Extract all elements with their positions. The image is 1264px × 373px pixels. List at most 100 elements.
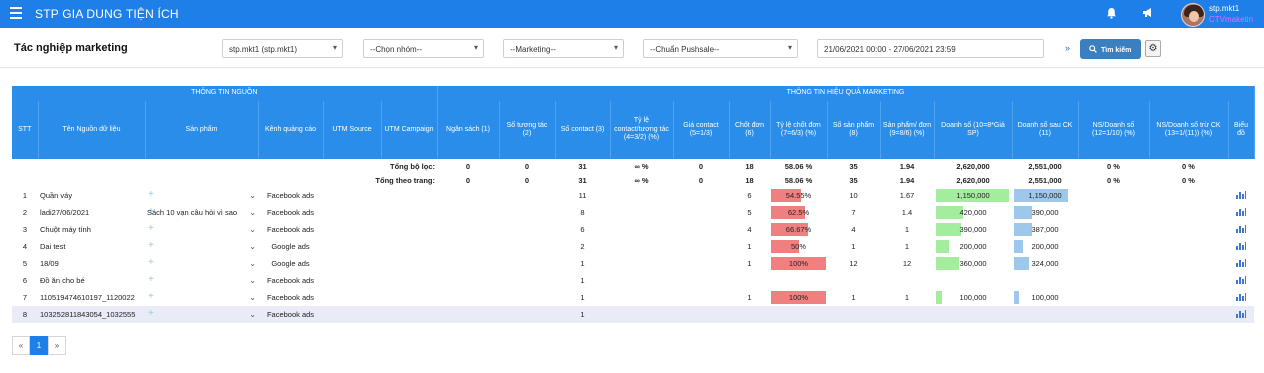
row-product-select[interactable]: + Sách 10 vạn câu hỏi vì sao ⌄ xyxy=(145,204,258,221)
row-utm-campaign xyxy=(381,255,437,272)
summary-contact-rate: ∞ % xyxy=(634,161,649,171)
plus-icon[interactable]: + xyxy=(148,240,154,251)
row-revenue-after: 100,000 xyxy=(1012,289,1078,306)
col-budget[interactable]: Ngân sách (1) xyxy=(437,101,500,159)
table-row[interactable]: 6 Đồ ăn cho bé + ⌄ Facebook ads 1 xyxy=(12,272,1254,289)
row-chart xyxy=(1228,306,1254,323)
row-contact-price xyxy=(673,289,729,306)
row-utm-source xyxy=(323,238,381,255)
table-row[interactable]: 5 18/09 + ⌄ Google ads 1 1 100% 12 12 360,000 324,0… xyxy=(12,255,1254,272)
col-revenue[interactable]: Doanh số (10=8*Giá SP) xyxy=(934,101,1013,159)
pagination-prev[interactable]: « xyxy=(12,336,30,355)
row-revenue-after: 324,000 xyxy=(1012,255,1078,272)
summary-revenue: 2,620,000 xyxy=(956,175,990,185)
row-utm-campaign xyxy=(381,289,437,306)
col-product[interactable]: Sản phẩm xyxy=(145,101,259,159)
plus-icon[interactable]: + xyxy=(148,291,154,302)
pagination-next[interactable]: » xyxy=(48,336,66,355)
col-ns-revenue-after[interactable]: NS/Doanh số trừ CK (13=1/(11)) (%) xyxy=(1149,101,1229,159)
group-select[interactable]: --Chọn nhóm-- ▾ xyxy=(363,39,484,58)
row-product-select[interactable]: + ⌄ xyxy=(145,289,258,306)
row-product-select[interactable]: + ⌄ xyxy=(145,221,258,238)
col-interactions[interactable]: Số tương tác (2) xyxy=(499,101,556,159)
table-row[interactable]: 3 Chuột máy tính + ⌄ Facebook ads 6 4 66.67% 4 1 3… xyxy=(12,221,1254,238)
col-chart[interactable]: Biểu đồ xyxy=(1228,101,1255,159)
plus-icon[interactable]: + xyxy=(148,189,154,200)
col-utm-campaign[interactable]: UTM Campaign xyxy=(381,101,438,159)
col-channel[interactable]: Kênh quảng cáo xyxy=(258,101,324,159)
plus-icon[interactable]: + xyxy=(148,223,154,234)
row-revenue-after: 387,000 xyxy=(1012,221,1078,238)
col-ns-revenue[interactable]: NS/Doanh số (12=1/10) (%) xyxy=(1078,101,1150,159)
app-brand[interactable]: STP GIA DUNG TIỆN ÍCH xyxy=(35,7,179,21)
pushsale-select[interactable]: --Chuẩn Pushsale-- ▾ xyxy=(643,39,798,58)
table-row[interactable]: 7 110519474610197_1120022 + ⌄ Facebook ads 1 1… xyxy=(12,289,1254,306)
bar-chart-icon[interactable] xyxy=(1236,292,1246,301)
bar-chart-icon[interactable] xyxy=(1236,241,1246,250)
row-ns-revenue-after xyxy=(1149,255,1228,272)
row-product-select[interactable]: + ⌄ xyxy=(145,306,258,323)
user-name[interactable]: stp.mkt1 xyxy=(1209,4,1239,13)
row-interactions xyxy=(499,255,555,272)
double-chevron-down-icon[interactable]: » xyxy=(1065,43,1070,53)
row-products-count: 1 xyxy=(851,293,856,302)
settings-button[interactable]: ⚙ xyxy=(1145,40,1161,57)
col-products-per-order[interactable]: Sản phẩm/ đơn (9=8/6) (%) xyxy=(880,101,935,159)
table-row[interactable]: 1 Quần váy + ⌄ Facebook ads 11 6 54.55% 10 1.67 1,… xyxy=(12,187,1254,204)
col-stt[interactable]: STT xyxy=(12,101,39,159)
bar-chart-icon[interactable] xyxy=(1236,309,1246,318)
table-row[interactable]: 8 103252811843054_1032555 + ⌄ Facebook ads 1 xyxy=(12,306,1254,323)
row-revenue: 100,000 xyxy=(934,289,1012,306)
col-contact-price[interactable]: Giá contact (5=1/3) xyxy=(673,101,730,159)
account-select[interactable]: stp.mkt1 (stp.mkt1) ▾ xyxy=(222,39,343,58)
user-role: CTVmaketin xyxy=(1209,15,1254,24)
col-source-name[interactable]: Tên Nguồn dữ liệu xyxy=(38,101,146,159)
row-product-select[interactable]: + ⌄ xyxy=(145,272,258,289)
row-product-select[interactable]: + ⌄ xyxy=(145,238,258,255)
avatar[interactable] xyxy=(1181,3,1205,27)
row-product-select[interactable]: + ⌄ xyxy=(145,255,258,272)
summary-row: Tổng theo trang: 0 0 31 ∞ % 0 18 58.06 % 35 1.94 2… xyxy=(12,173,1254,187)
plus-icon[interactable]: + xyxy=(148,257,154,268)
row-interactions xyxy=(499,238,555,255)
row-contacts: 1 xyxy=(555,306,610,323)
bell-icon[interactable] xyxy=(1106,7,1117,22)
col-revenue-after[interactable]: Doanh số sau CK (11) xyxy=(1012,101,1079,159)
bar-chart-icon[interactable] xyxy=(1236,275,1246,284)
chevron-down-icon: ⌄ xyxy=(249,191,256,200)
col-contact-rate[interactable]: Tỷ lệ contact/tương tác (4=3/2) (%) xyxy=(610,101,674,159)
col-close-rate[interactable]: Tỷ lệ chốt đơn (7=6/3) (%) xyxy=(770,101,828,159)
chevron-down-icon: ⌄ xyxy=(249,225,256,234)
plus-icon[interactable]: + xyxy=(148,274,154,285)
row-budget xyxy=(437,255,499,272)
search-button[interactable]: Tìm kiếm xyxy=(1080,39,1141,59)
col-closed[interactable]: Chốt đơn (6) xyxy=(729,101,771,159)
pagination-page-1[interactable]: 1 xyxy=(30,336,48,355)
row-revenue-text: 420,000 xyxy=(959,208,987,217)
date-range-input[interactable]: 21/06/2021 00:00 - 27/06/2021 23:59 xyxy=(817,39,1044,58)
row-interactions xyxy=(499,306,555,323)
table-row[interactable]: 4 Dai test + ⌄ Google ads 2 1 50% 1 1 200,000 200,0… xyxy=(12,238,1254,255)
row-revenue-text: 200,000 xyxy=(959,242,987,251)
row-stt: 8 xyxy=(12,306,38,323)
row-product-select[interactable]: + ⌄ xyxy=(145,187,258,204)
plus-icon[interactable]: + xyxy=(148,308,154,319)
gear-icon: ⚙ xyxy=(1148,43,1158,54)
table-row[interactable]: 2 ladi27/06/2021 + Sách 10 vạn câu hỏi vì s… xyxy=(12,204,1254,221)
bar-chart-icon[interactable] xyxy=(1236,224,1246,233)
col-products-count[interactable]: Số sản phẩm (8) xyxy=(827,101,881,159)
summary-contacts: 31 xyxy=(578,175,587,185)
summary-interactions: 0 xyxy=(524,161,530,171)
summary-revenue: 2,620,000 xyxy=(956,161,990,171)
row-contact-price xyxy=(673,204,729,221)
bar-chart-icon[interactable] xyxy=(1236,258,1246,267)
col-utm-source[interactable]: UTM Source xyxy=(323,101,382,159)
bar-chart-icon[interactable] xyxy=(1236,190,1246,199)
marketing-select[interactable]: --Marketing-- ▾ xyxy=(503,39,624,58)
bar-chart-icon[interactable] xyxy=(1236,207,1246,216)
megaphone-icon[interactable] xyxy=(1142,7,1154,21)
col-contacts[interactable]: Số contact (3) xyxy=(555,101,611,159)
row-utm-source xyxy=(323,272,381,289)
row-products-count: 10 xyxy=(849,191,858,200)
menu-icon[interactable] xyxy=(10,7,22,21)
